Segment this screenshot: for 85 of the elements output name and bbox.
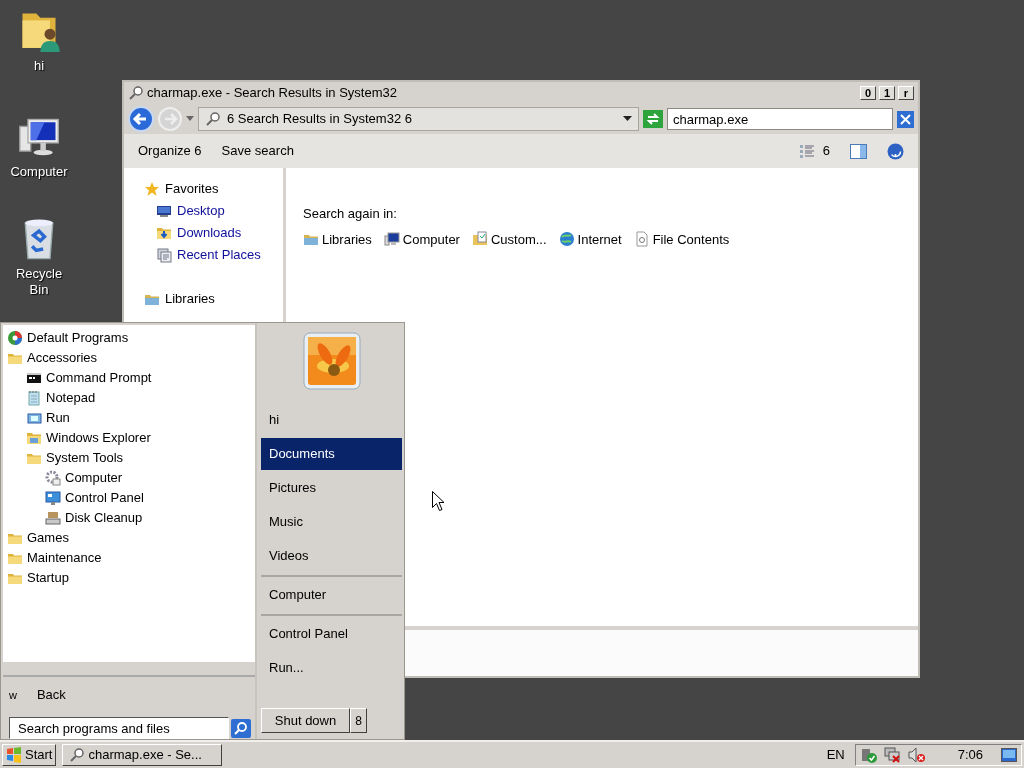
gear-icon [45, 470, 61, 486]
clear-search-icon[interactable] [897, 110, 914, 128]
desktop-icon-label[interactable]: hi [33, 58, 45, 74]
network-icon[interactable] [883, 747, 902, 763]
cursor-icon [432, 490, 444, 511]
desktop-icon-label[interactable]: Recycle Bin [15, 266, 63, 298]
program-item[interactable]: Notepad [46, 388, 96, 408]
folder-document-icon [471, 231, 488, 248]
caret-icon [623, 116, 632, 122]
desktop-icon-label[interactable]: Computer [10, 164, 68, 180]
monitor-icon [156, 203, 172, 219]
help-icon[interactable] [887, 142, 904, 160]
nav-header[interactable]: Favorites [165, 179, 219, 199]
toolbar-button[interactable]: Save search [221, 141, 294, 161]
console-icon [26, 370, 42, 386]
globe-icon [558, 231, 575, 248]
start-menu-place[interactable]: Music [261, 506, 402, 538]
taskbar-button[interactable]: charmap.exe - Se... [62, 744, 223, 766]
start-button[interactable]: Start [2, 744, 57, 766]
search-location-link[interactable]: File Contents [652, 229, 730, 249]
program-item[interactable]: Default Programs [27, 328, 129, 348]
view-menu-button[interactable]: 6 [822, 141, 830, 161]
speaker-muted-icon[interactable] [907, 747, 926, 763]
nav-header[interactable]: Libraries [165, 289, 215, 309]
window-title: charmap.exe - Search Results in System32 [147, 84, 397, 103]
toolbar-button[interactable]: Organize 6 [138, 141, 202, 161]
document-search-icon [633, 231, 650, 248]
start-menu-place[interactable]: Run... [261, 652, 402, 684]
start-menu-place[interactable]: Computer [261, 579, 402, 611]
program-item[interactable]: Windows Explorer [46, 428, 151, 448]
back-button[interactable]: w Back [3, 675, 255, 705]
search-location-link[interactable]: Internet [577, 229, 622, 249]
color-wheel-icon [7, 330, 23, 346]
program-item[interactable]: Command Prompt [46, 368, 152, 388]
title-bar-button[interactable]: 0 [860, 86, 876, 100]
flag-icon [6, 747, 22, 763]
drive-icon [45, 510, 61, 526]
address-bar[interactable]: 6 Search Results in System32 6 [198, 107, 639, 131]
section-heading: Search again in: [303, 205, 398, 223]
folder-download-icon [156, 225, 172, 241]
nav-link[interactable]: Recent Places [177, 245, 261, 265]
program-item[interactable]: Control Panel [65, 488, 144, 508]
search-location-link[interactable]: Custom... [490, 229, 547, 249]
search-icon [205, 111, 221, 127]
search-field[interactable]: Search programs and files [9, 717, 229, 739]
language-indicator[interactable]: EN [826, 745, 845, 765]
clock[interactable]: 7:06 [957, 745, 983, 765]
recent-icon [156, 247, 172, 263]
start-menu-place[interactable]: Documents [261, 438, 402, 470]
nav-link[interactable]: Downloads [177, 223, 242, 243]
star-icon [144, 181, 160, 197]
start-menu-place[interactable]: Pictures [261, 472, 402, 504]
monitor-icon [45, 490, 61, 506]
shield-icon[interactable] [859, 747, 878, 763]
notepad-icon [26, 390, 42, 406]
search-location-link[interactable]: Libraries [322, 229, 372, 249]
caret-icon[interactable] [186, 116, 194, 122]
search-icon [69, 747, 86, 763]
search-icon [128, 85, 144, 101]
title-bar-button[interactable]: r [898, 86, 914, 100]
program-item[interactable]: Computer [65, 468, 123, 488]
start-menu-place[interactable]: hi [261, 404, 402, 436]
nav-link[interactable]: Desktop [177, 201, 225, 221]
program-item[interactable]: Startup [27, 568, 69, 588]
search-field[interactable]: charmap.exe [667, 108, 893, 130]
program-item[interactable]: Run [46, 408, 70, 428]
search-icon[interactable] [231, 718, 251, 738]
folder-icon [26, 430, 42, 446]
program-item[interactable]: Maintenance [27, 548, 102, 568]
window-icon [26, 410, 42, 426]
program-item[interactable]: System Tools [46, 448, 124, 468]
computer-icon [383, 231, 400, 248]
program-item[interactable]: Disk Cleanup [65, 508, 143, 528]
start-menu-place[interactable]: Videos [261, 540, 402, 572]
shut-down-button[interactable]: Shut down [261, 708, 350, 733]
preview-pane-icon[interactable] [850, 143, 867, 159]
program-item[interactable]: Games [27, 528, 69, 548]
refresh-icon[interactable] [643, 110, 663, 128]
search-location-link[interactable]: Computer [402, 229, 460, 249]
shut-down-options-button[interactable]: 8 [350, 708, 367, 733]
show-desktop-icon[interactable] [1001, 748, 1017, 762]
program-item[interactable]: Accessories [27, 348, 98, 368]
start-menu-place[interactable]: Control Panel [261, 618, 402, 650]
back-icon[interactable] [128, 106, 154, 132]
title-bar-button[interactable]: 1 [879, 86, 895, 100]
